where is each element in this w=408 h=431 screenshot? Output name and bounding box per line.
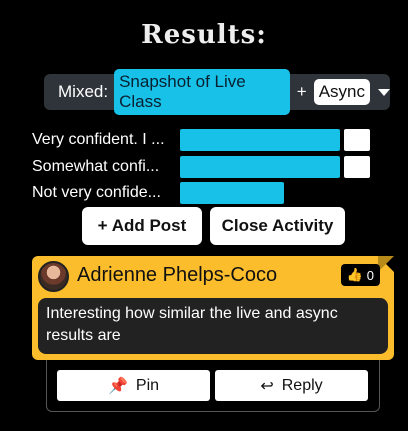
pin-button[interactable]: 📌 Pin	[57, 370, 210, 401]
like-count: 0	[366, 267, 374, 283]
result-bar-async	[344, 129, 370, 151]
result-row: Very confident. I ...	[32, 129, 180, 151]
card-fold	[378, 256, 394, 272]
response-filter[interactable]: Mixed: Snapshot of Live Class + Async	[44, 69, 390, 115]
post-message: Interesting how similar the live and asy…	[38, 298, 388, 354]
reply-button[interactable]: ↩ Reply	[215, 370, 368, 401]
result-bar-live	[180, 156, 340, 178]
close-activity-button[interactable]: Close Activity	[210, 207, 345, 245]
avatar[interactable]	[38, 261, 69, 292]
filter-joiner: +	[296, 82, 307, 101]
result-bar-live	[180, 129, 340, 151]
post-author: Adrienne Phelps-Coco	[77, 264, 278, 286]
reply-label: Reply	[281, 376, 323, 394]
pin-label: Pin	[135, 376, 160, 394]
reply-icon: ↩	[260, 377, 274, 395]
filter-option-async[interactable]: Async	[313, 79, 370, 105]
result-label: Not very confide...	[32, 184, 161, 201]
result-row: Not very confide...	[32, 182, 180, 204]
like-button[interactable]: 👍 0	[340, 264, 380, 286]
post-actions: 📌 Pin ↩ Reply	[46, 360, 380, 412]
result-label: Somewhat confi...	[32, 158, 160, 175]
result-bar-live	[180, 182, 284, 204]
thumbs-up-icon: 👍	[346, 267, 363, 282]
page-title: Results:	[141, 20, 267, 50]
result-bar-async	[344, 156, 370, 178]
chevron-down-icon[interactable]	[378, 88, 390, 96]
result-label: Very confident. I ...	[32, 131, 165, 148]
pin-icon: 📌	[107, 377, 128, 395]
add-post-button[interactable]: + Add Post	[82, 207, 202, 245]
post-card: Adrienne Phelps-Coco 👍 0 Interesting how…	[32, 256, 394, 360]
result-row: Somewhat confi...	[32, 156, 180, 178]
filter-label: Mixed:	[58, 82, 109, 101]
filter-option-live[interactable]: Snapshot of Live Class	[114, 69, 290, 115]
